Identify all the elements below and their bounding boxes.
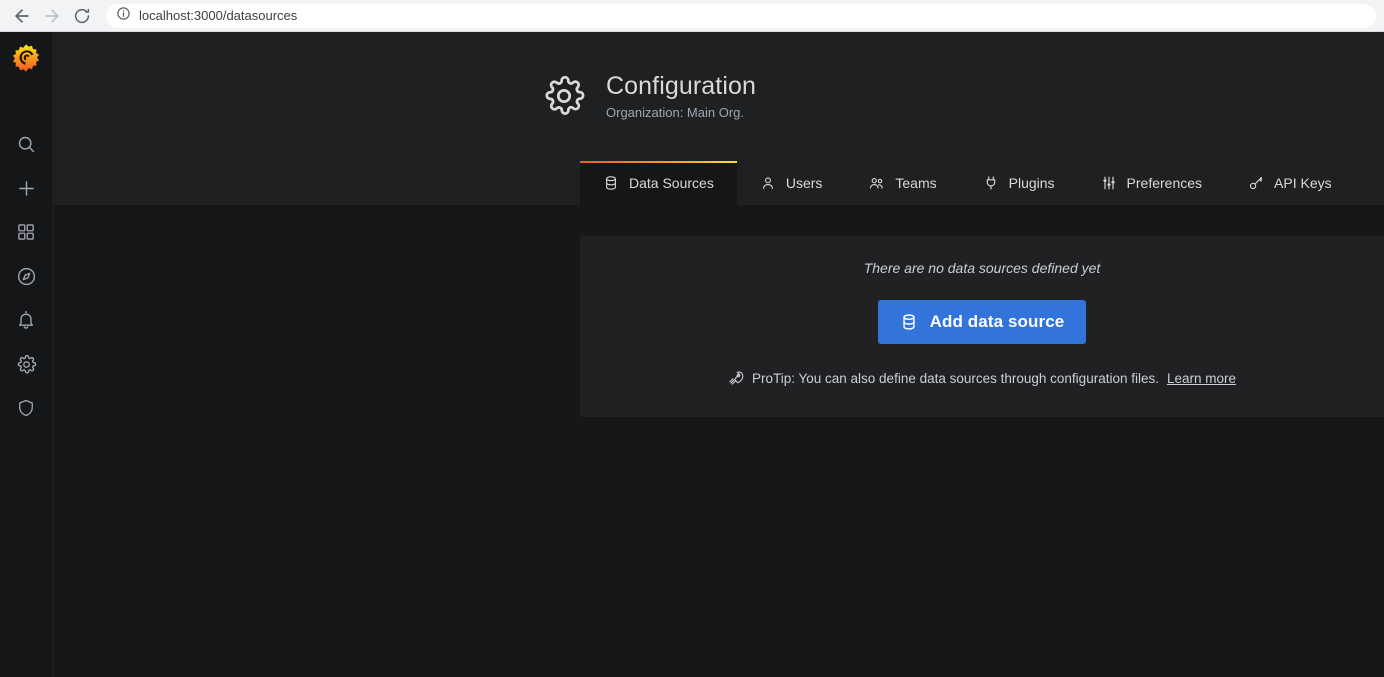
back-button[interactable]: [8, 2, 36, 30]
users-icon: [868, 175, 885, 191]
sidebar-item-explore[interactable]: [0, 254, 53, 298]
protip-text: ProTip: You can also define data sources…: [751, 370, 1159, 386]
content-area: There are no data sources defined yet Ad…: [53, 205, 1384, 677]
reload-button[interactable]: [68, 2, 96, 30]
gear-icon: [16, 354, 37, 375]
tab-data-sources[interactable]: Data Sources: [580, 161, 737, 205]
sidebar-item-configuration[interactable]: [0, 342, 53, 386]
sidebar: [0, 32, 53, 677]
tab-label: API Keys: [1274, 175, 1332, 191]
database-icon: [603, 175, 619, 191]
gear-icon: [542, 74, 586, 118]
bell-icon: [16, 310, 36, 330]
plus-icon: [16, 178, 37, 199]
page-title: Configuration: [606, 72, 757, 100]
sliders-icon: [1101, 175, 1117, 191]
tab-label: Plugins: [1008, 175, 1055, 191]
page-header: Configuration Organization: Main Org. Da…: [53, 32, 1384, 205]
rocket-icon: [728, 370, 744, 386]
tab-users[interactable]: Users: [737, 161, 846, 205]
browser-toolbar: localhost:3000/datasources: [0, 0, 1384, 32]
learn-more-link[interactable]: Learn more: [1167, 371, 1236, 386]
page-header-inner: Configuration Organization: Main Org.: [53, 32, 1384, 120]
forward-button[interactable]: [38, 2, 66, 30]
data-sources-empty-panel: There are no data sources defined yet Ad…: [580, 236, 1384, 417]
sidebar-item-create[interactable]: [0, 166, 53, 210]
reload-icon: [73, 7, 91, 25]
sidebar-item-alerting[interactable]: [0, 298, 53, 342]
add-data-source-button[interactable]: Add data source: [877, 300, 1087, 344]
grafana-app: Configuration Organization: Main Org. Da…: [0, 32, 1384, 677]
sidebar-item-dashboards[interactable]: [0, 210, 53, 254]
forward-arrow-icon: [42, 6, 62, 26]
address-bar-text: localhost:3000/datasources: [139, 8, 298, 23]
tab-label: Data Sources: [629, 175, 714, 191]
back-arrow-icon: [12, 6, 32, 26]
protip: ProTip: You can also define data sources…: [728, 370, 1236, 386]
plug-icon: [983, 175, 999, 191]
user-icon: [760, 175, 776, 191]
database-icon: [900, 313, 918, 331]
sidebar-item-home[interactable]: [0, 32, 53, 88]
page-header-text: Configuration Organization: Main Org.: [606, 72, 756, 120]
tab-label: Users: [785, 175, 823, 191]
key-icon: [1248, 175, 1264, 191]
sidebar-item-server-admin[interactable]: [0, 386, 53, 430]
dashboards-icon: [16, 222, 36, 242]
tab-label: Preferences: [1126, 175, 1203, 191]
site-info-icon[interactable]: [116, 6, 131, 26]
tab-api-keys[interactable]: API Keys: [1225, 161, 1355, 205]
grafana-logo-icon: [11, 43, 41, 78]
main-column: Configuration Organization: Main Org. Da…: [53, 32, 1384, 677]
page-subtitle: Organization: Main Org.: [606, 104, 745, 120]
empty-state-message: There are no data sources defined yet: [863, 260, 1101, 276]
tab-teams[interactable]: Teams: [845, 161, 959, 205]
tab-plugins[interactable]: Plugins: [960, 161, 1078, 205]
add-data-source-label: Add data source: [929, 312, 1065, 331]
tab-label: Teams: [895, 175, 937, 191]
sidebar-item-search[interactable]: [0, 122, 53, 166]
tab-preferences[interactable]: Preferences: [1078, 161, 1225, 205]
search-icon: [16, 134, 37, 155]
compass-icon: [16, 266, 37, 287]
add-data-source-row: Add data source: [520, 300, 1384, 344]
shield-icon: [16, 398, 36, 418]
config-tabs: Data Sources Users Teams Plugins Prefere…: [580, 161, 1355, 205]
address-bar[interactable]: localhost:3000/datasources: [106, 3, 1376, 28]
